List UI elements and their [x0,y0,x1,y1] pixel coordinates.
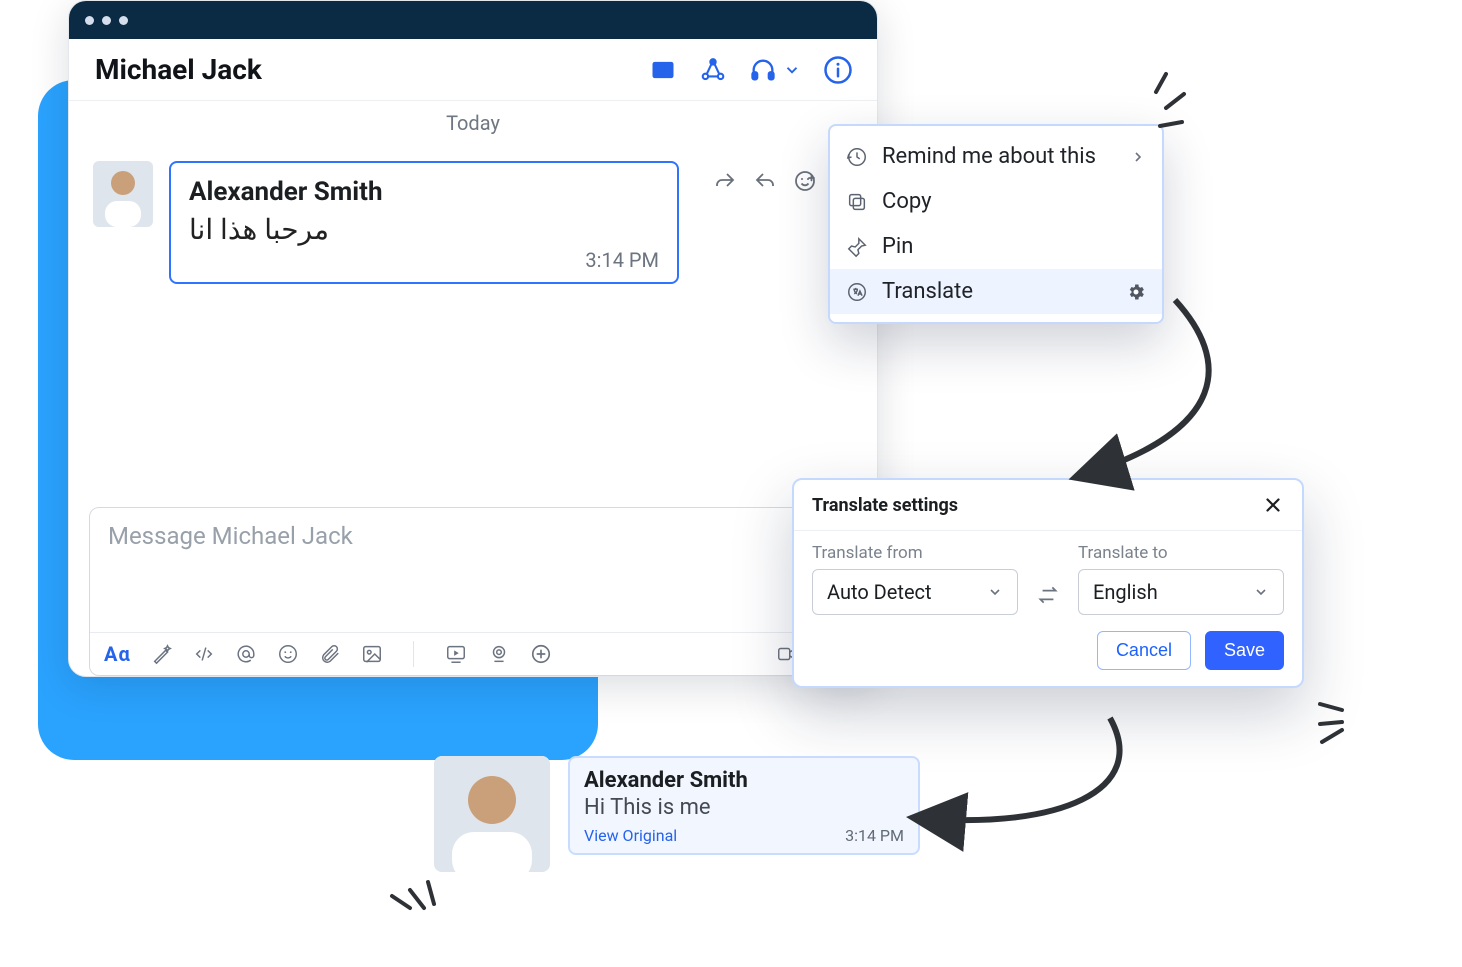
chevron-down-icon [987,584,1003,600]
header-actions [649,55,853,85]
pin-icon [846,236,868,258]
window-dot [85,16,94,25]
info-icon[interactable] [823,55,853,85]
window-titlebar [69,1,877,39]
menu-item-translate[interactable]: Translate [830,269,1162,314]
menu-item-label: Translate [882,279,973,304]
attach-icon[interactable] [319,643,341,665]
select-value: English [1093,580,1158,604]
message-row: Alexander Smith مرحبا هذا انا 3:14 PM [93,161,853,284]
format-text-icon[interactable]: Aα [104,642,131,666]
add-more-icon[interactable] [530,643,552,665]
select-value: Auto Detect [827,580,932,604]
magic-wand-icon[interactable] [151,643,173,665]
cancel-button[interactable]: Cancel [1097,631,1191,670]
chevron-down-icon[interactable] [783,61,801,79]
message-sender: Alexander Smith [189,177,659,207]
message-bubble[interactable]: Alexander Smith مرحبا هذا انا 3:14 PM [169,161,679,284]
headphones-icon[interactable] [749,56,777,84]
window-dot [102,16,111,25]
view-original-link[interactable]: View Original [584,826,677,845]
slideshow-icon[interactable] [444,643,468,665]
message-actions [713,169,817,193]
composer-toolbar: Aα [90,632,856,675]
preview-text: Hi This is me [584,795,904,820]
mention-icon[interactable] [235,643,257,665]
share-icon[interactable] [699,56,727,84]
message-time: 3:14 PM [189,248,659,272]
image-icon[interactable] [361,643,383,665]
avatar[interactable] [434,756,550,872]
forward-icon[interactable] [713,169,737,193]
chevron-down-icon [1253,584,1269,600]
chat-title: Michael Jack [95,53,262,86]
news-feed-icon[interactable] [649,56,677,84]
message-body: مرحبا هذا انا [189,213,659,246]
composer: Message Michael Jack Aα [89,507,857,676]
preview-bubble[interactable]: Alexander Smith Hi This is me View Origi… [568,756,920,855]
translate-to-label: Translate to [1078,543,1284,563]
composer-placeholder: Message Michael Jack [108,522,353,550]
close-icon[interactable] [1262,494,1284,516]
swap-languages-button[interactable] [1028,575,1068,615]
dialog-header: Translate settings [794,480,1302,531]
date-divider: Today [69,101,877,141]
message-list: Alexander Smith مرحبا هذا انا 3:14 PM [69,141,877,497]
translate-icon [846,281,868,303]
avatar[interactable] [93,161,153,227]
chevron-right-icon [1130,149,1146,165]
menu-item-label: Copy [882,189,932,214]
menu-item-pin[interactable]: Pin [830,224,1162,269]
window-dot [119,16,128,25]
menu-item-copy[interactable]: Copy [830,179,1162,224]
clock-history-icon [846,146,868,168]
dialog-title: Translate settings [812,495,958,516]
translate-to-select[interactable]: English [1078,569,1284,615]
chat-window: Michael Jack [68,0,878,677]
code-icon[interactable] [193,643,215,665]
reply-icon[interactable] [753,169,777,193]
menu-item-label: Remind me about this [882,144,1096,169]
save-button[interactable]: Save [1205,631,1284,670]
preview-time: 3:14 PM [845,826,904,845]
translate-settings-dialog: Translate settings Translate from Auto D… [792,478,1304,688]
gear-icon[interactable] [1126,282,1146,302]
menu-item-label: Pin [882,234,913,259]
message-context-menu: Remind me about this Copy Pin Translate [828,124,1164,324]
composer-input[interactable]: Message Michael Jack [90,508,856,632]
emoji-picker-icon[interactable] [793,169,817,193]
translate-from-label: Translate from [812,543,1018,563]
translate-from-select[interactable]: Auto Detect [812,569,1018,615]
translated-preview: Alexander Smith Hi This is me View Origi… [434,756,920,872]
menu-item-remind[interactable]: Remind me about this [830,134,1162,179]
chat-header: Michael Jack [69,39,877,101]
preview-sender: Alexander Smith [584,768,904,793]
copy-icon [846,191,868,213]
webcam-icon[interactable] [488,643,510,665]
emoji-icon[interactable] [277,643,299,665]
divider [413,641,414,667]
